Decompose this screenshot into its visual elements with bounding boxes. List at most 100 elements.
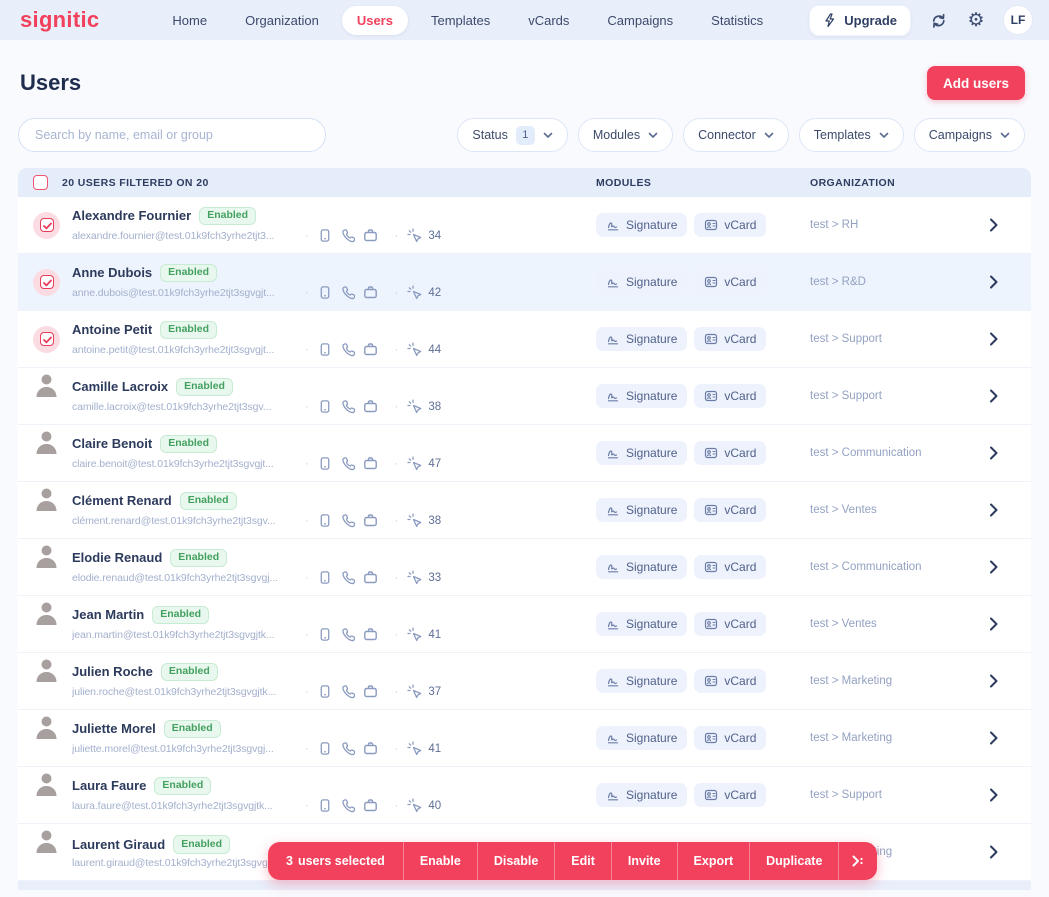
module-chip-vcard[interactable]: vCard (694, 498, 767, 522)
organization-path: test > Communication (810, 561, 922, 573)
signature-icon (606, 219, 620, 232)
table-row[interactable]: Antoine Petit Enabled antoine.petit@test… (18, 311, 1031, 368)
module-chip-signature[interactable]: Signature (596, 270, 688, 294)
status-badge: Enabled (173, 835, 231, 854)
nav-item-organization[interactable]: Organization (230, 6, 334, 35)
module-chip-signature[interactable]: Signature (596, 555, 688, 579)
search-input[interactable] (18, 118, 326, 152)
module-chip-vcard[interactable]: vCard (694, 726, 767, 750)
module-chip-signature[interactable]: Signature (596, 327, 688, 351)
clicks-count: 41 (428, 628, 442, 641)
nav-item-home[interactable]: Home (157, 6, 222, 35)
module-chip-vcard[interactable]: vCard (694, 213, 767, 237)
module-chip-vcard[interactable]: vCard (694, 327, 767, 351)
chevron-right-icon[interactable] (988, 560, 999, 574)
invite-button[interactable]: Invite (610, 842, 677, 880)
table-row[interactable]: Julien Roche Enabled julien.roche@test.0… (18, 653, 1031, 710)
chevron-down-icon (879, 131, 889, 139)
filter-templates[interactable]: Templates (798, 118, 904, 152)
gear-icon[interactable]: ⚙ (965, 9, 987, 31)
user-email: juliette.morel@test.01k9fch3yrhe2tjt3sgv… (72, 742, 274, 755)
signitic-logo[interactable]: signitic (20, 9, 99, 31)
filter-status[interactable]: Status 1 (457, 118, 568, 152)
filter-modules[interactable]: Modules (577, 118, 674, 152)
phone-icon (340, 627, 355, 642)
module-chip-vcard[interactable]: vCard (694, 612, 767, 636)
clicks-count: 40 (428, 799, 442, 812)
table-row[interactable]: Laura Faure Enabled laura.faure@test.01k… (18, 767, 1031, 824)
chevron-right-icon[interactable] (988, 845, 999, 859)
module-chip-signature[interactable]: Signature (596, 441, 688, 465)
user-info: Antoine Petit Enabled antoine.petit@test… (72, 320, 1031, 358)
chevron-right-icon[interactable] (988, 674, 999, 688)
module-chip-signature[interactable]: Signature (596, 612, 688, 636)
chevron-right-icon[interactable] (988, 332, 999, 346)
user-email: elodie.renaud@test.01k9fch3yrhe2tjt3sgvg… (72, 571, 278, 584)
module-chip-signature[interactable]: Signature (596, 726, 688, 750)
row-checkbox-checked[interactable] (39, 332, 54, 346)
filter-status-count-badge: 1 (515, 125, 535, 145)
module-chip-signature[interactable]: Signature (596, 213, 688, 237)
table-row[interactable]: Claire Benoit Enabled claire.benoit@test… (18, 425, 1031, 482)
user-avatar-menu[interactable]: LF (1003, 5, 1033, 35)
module-chip-vcard[interactable]: vCard (694, 270, 767, 294)
signature-icon (606, 333, 620, 346)
row-checkbox-checked[interactable] (39, 275, 54, 289)
export-button[interactable]: Export (676, 842, 750, 880)
edit-button[interactable]: Edit (554, 842, 611, 880)
module-chip-signature[interactable]: Signature (596, 384, 688, 408)
clicks-count: 42 (428, 286, 442, 299)
table-row[interactable]: Juliette Morel Enabled juliette.morel@te… (18, 710, 1031, 767)
chevron-right-icon[interactable] (988, 446, 999, 460)
chevron-right-icon[interactable] (988, 788, 999, 802)
module-chip-vcard[interactable]: vCard (694, 669, 767, 693)
table-row[interactable]: Alexandre Fournier Enabled alexandre.fou… (18, 197, 1031, 254)
table-row[interactable]: Anne Dubois Enabled anne.dubois@test.01k… (18, 254, 1031, 311)
module-chip-vcard[interactable]: vCard (694, 555, 767, 579)
signature-icon (606, 732, 620, 745)
add-users-button[interactable]: Add users (926, 66, 1025, 100)
chevron-right-icon[interactable] (988, 503, 999, 517)
separator-dot: · (305, 514, 309, 527)
module-chip-signature[interactable]: Signature (596, 669, 688, 693)
chevron-right-icon[interactable] (988, 731, 999, 745)
module-chip-label: Signature (626, 560, 678, 574)
vcard-icon (704, 389, 718, 403)
disable-button[interactable]: Disable (476, 842, 554, 880)
table-row[interactable]: Jean Martin Enabled jean.martin@test.01k… (18, 596, 1031, 653)
clicks-count: 37 (428, 685, 442, 698)
filter-connector[interactable]: Connector (683, 118, 789, 152)
more-actions-button[interactable] (838, 842, 877, 880)
separator-dot: · (305, 457, 309, 470)
modules-cell: Signature vCard (596, 653, 767, 709)
clicks-icon (407, 399, 422, 414)
modules-cell: Signature vCard (596, 368, 767, 424)
sync-icon[interactable] (927, 9, 949, 31)
briefcase-icon (363, 798, 378, 813)
chevron-right-icon[interactable] (988, 389, 999, 403)
module-chip-vcard[interactable]: vCard (694, 384, 767, 408)
upgrade-button[interactable]: Upgrade (809, 4, 911, 36)
row-checkbox-checked[interactable] (39, 218, 54, 232)
nav-item-templates[interactable]: Templates (416, 6, 505, 35)
chevron-right-icon[interactable] (988, 218, 999, 232)
module-chip-signature[interactable]: Signature (596, 783, 688, 807)
chevron-right-icon[interactable] (988, 617, 999, 631)
module-chip-vcard[interactable]: vCard (694, 783, 767, 807)
table-row[interactable]: Clément Renard Enabled clément.renard@te… (18, 482, 1031, 539)
nav-item-users[interactable]: Users (341, 5, 408, 35)
chevron-right-icon[interactable] (988, 275, 999, 289)
signature-icon (606, 561, 620, 574)
module-chip-vcard[interactable]: vCard (694, 441, 767, 465)
module-chip-signature[interactable]: Signature (596, 498, 688, 522)
table-row[interactable]: Camille Lacroix Enabled camille.lacroix@… (18, 368, 1031, 425)
nav-item-vcards[interactable]: vCards (513, 6, 584, 35)
enable-button[interactable]: Enable (402, 842, 477, 880)
select-all-checkbox[interactable] (33, 175, 48, 190)
nav-item-campaigns[interactable]: Campaigns (592, 6, 688, 35)
table-row[interactable]: Elodie Renaud Enabled elodie.renaud@test… (18, 539, 1031, 596)
duplicate-button[interactable]: Duplicate (749, 842, 838, 880)
filter-campaigns[interactable]: Campaigns (913, 118, 1025, 152)
lightning-icon (823, 12, 837, 28)
nav-item-statistics[interactable]: Statistics (696, 6, 778, 35)
